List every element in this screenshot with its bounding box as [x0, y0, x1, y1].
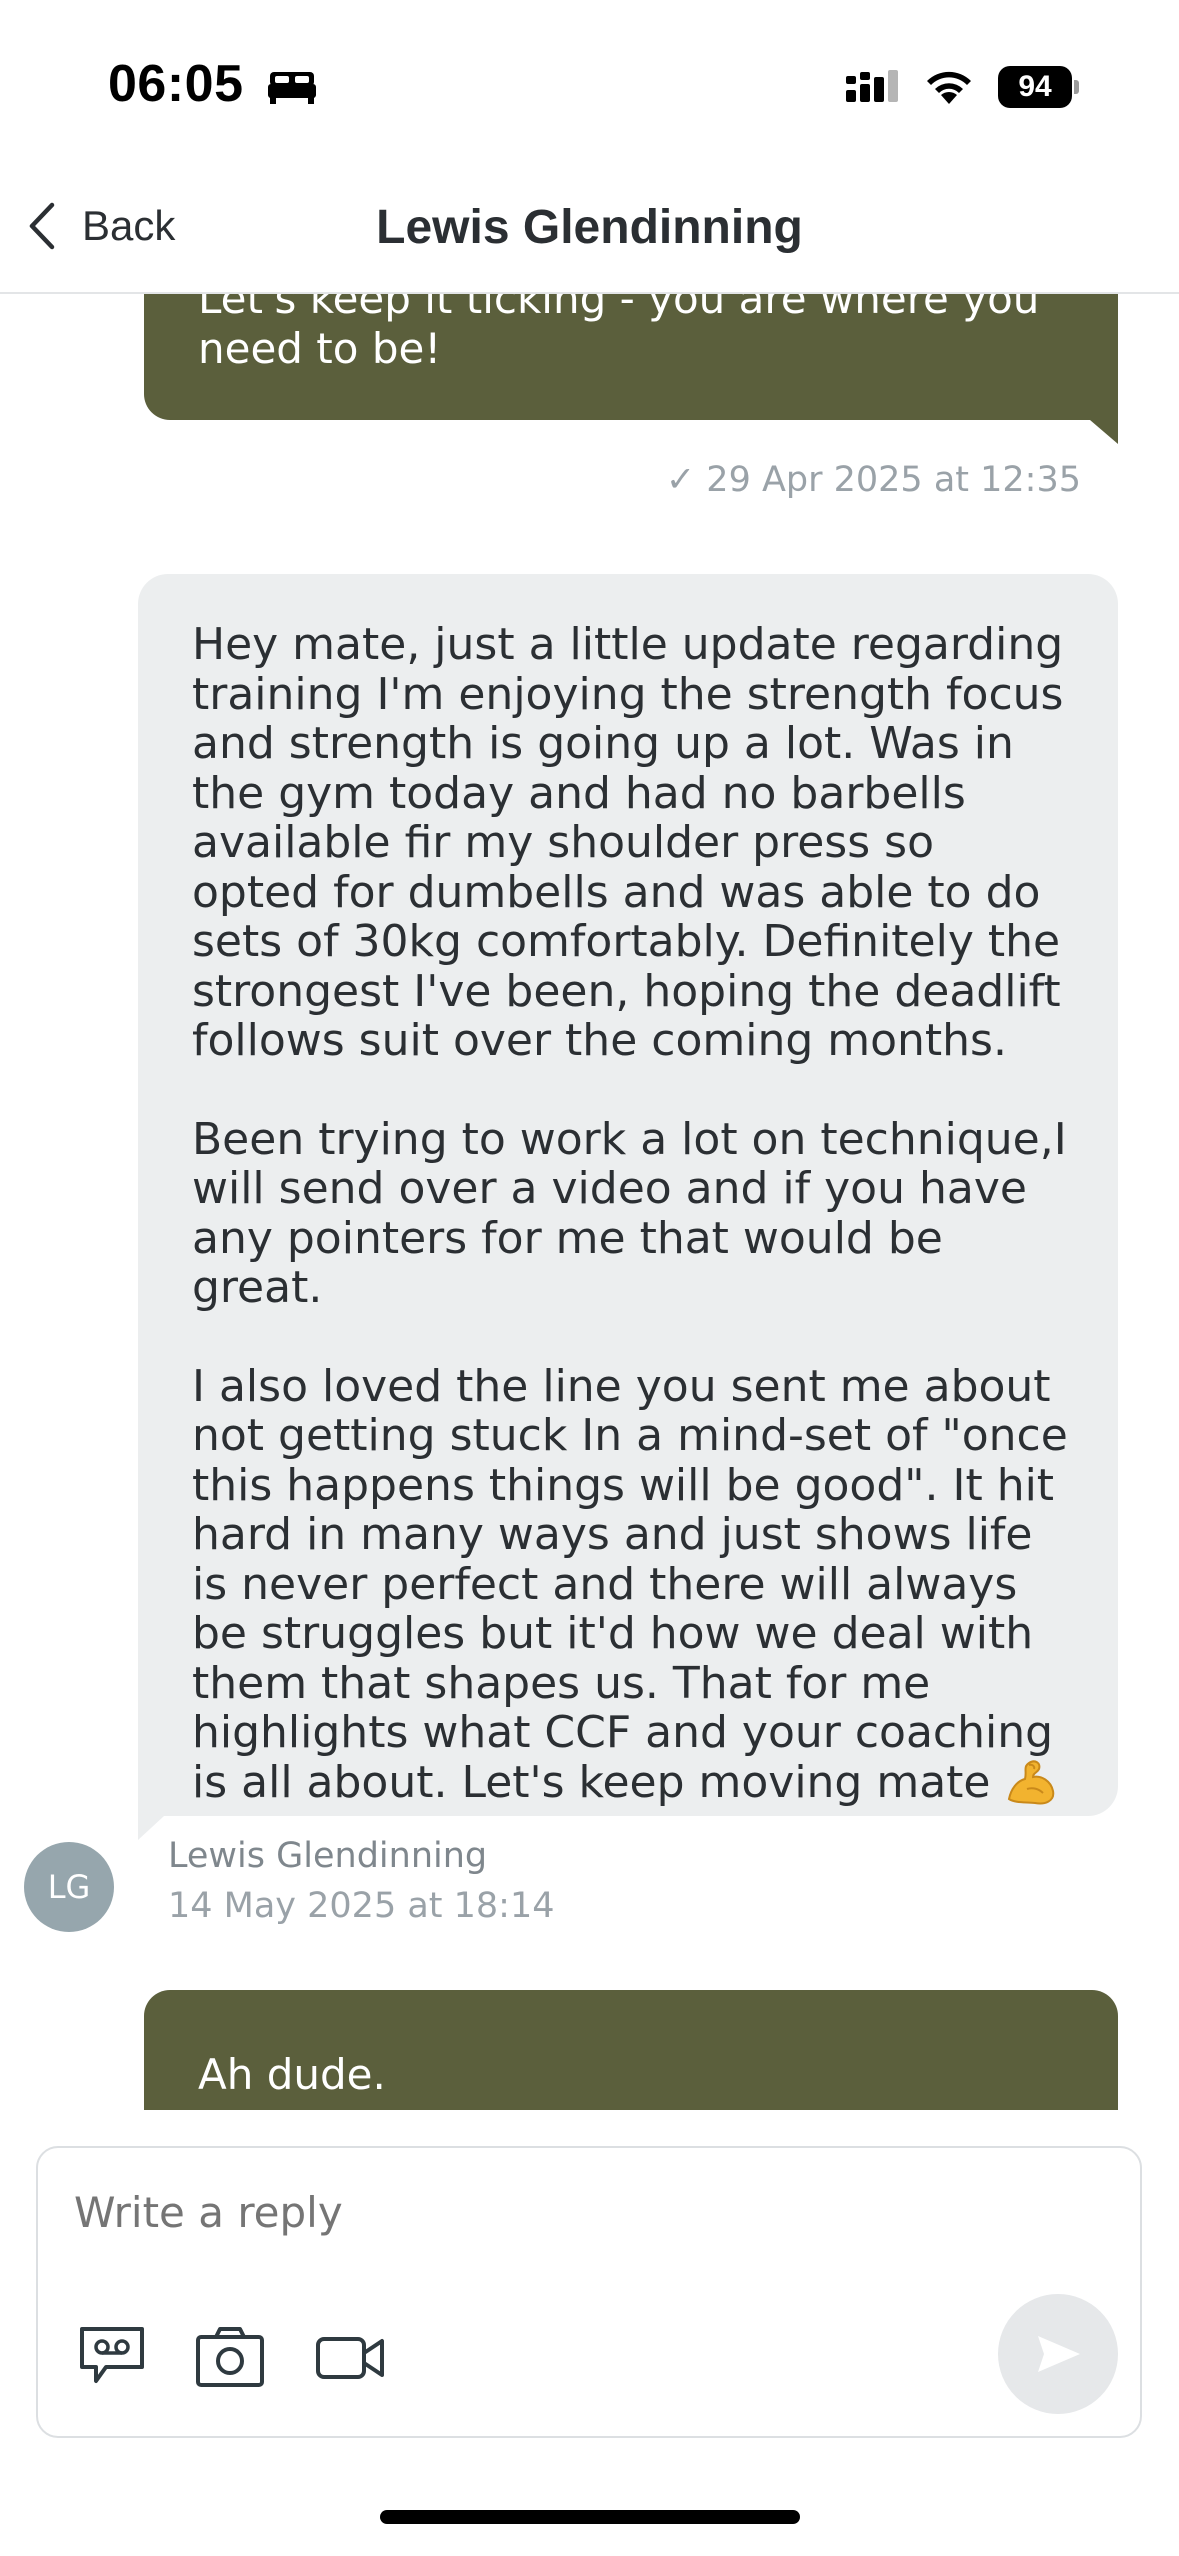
battery-level: 94	[998, 66, 1072, 108]
outgoing-message: Let's keep it ticking - you are where yo…	[144, 294, 1118, 444]
outgoing-message: Ah dude.	[144, 1990, 1118, 2110]
camera-icon	[196, 2327, 264, 2387]
voicemail-bubble-icon	[80, 2327, 144, 2383]
camera-button[interactable]	[190, 2320, 270, 2394]
status-bar: 06:05 94	[0, 0, 1179, 170]
message-thread[interactable]: Let's keep it ticking - you are where yo…	[0, 294, 1179, 2110]
send-arrow-icon	[1038, 2336, 1080, 2372]
wifi-icon	[927, 71, 971, 104]
message-paragraph: Hey mate, just a little update regarding…	[192, 619, 1064, 1066]
status-time: 06:05	[108, 55, 244, 113]
conversation-title: Lewis Glendinning	[376, 201, 803, 254]
message-author: Lewis Glendinning	[168, 1836, 488, 1876]
reply-input[interactable]	[74, 2188, 974, 2237]
message-text: Let's keep it ticking - you are where yo…	[198, 294, 1040, 373]
message-paragraph: Been trying to work a lot on technique,I…	[192, 1113, 1067, 1313]
message-paragraph-text: I also loved the line you sent me about …	[192, 1360, 1068, 1808]
video-camera-icon	[316, 2337, 384, 2379]
voice-message-button[interactable]	[72, 2320, 152, 2394]
navigation-bar: Back Lewis Glendinning	[0, 170, 1179, 294]
sleep-focus-icon	[268, 72, 316, 104]
reply-composer	[36, 2146, 1142, 2438]
flexed-biceps-emoji-icon	[1007, 1759, 1054, 1804]
cellular-signal-icon	[846, 70, 898, 102]
message-paragraph-last: I also loved the line you sent me about …	[192, 1360, 1068, 1808]
sent-timestamp: ✓ 29 Apr 2025 at 12:35	[665, 460, 1081, 500]
video-button[interactable]	[310, 2320, 390, 2394]
home-indicator[interactable]	[380, 2510, 800, 2524]
avatar[interactable]: LG	[24, 1842, 114, 1932]
incoming-message: Hey mate, just a little update regarding…	[138, 574, 1118, 1840]
message-timestamp: 14 May 2025 at 18:14	[168, 1886, 555, 1926]
send-button[interactable]	[998, 2294, 1118, 2414]
message-text: Ah dude.	[198, 2050, 386, 2099]
battery-tip	[1074, 80, 1079, 94]
battery-indicator: 94	[998, 66, 1079, 108]
